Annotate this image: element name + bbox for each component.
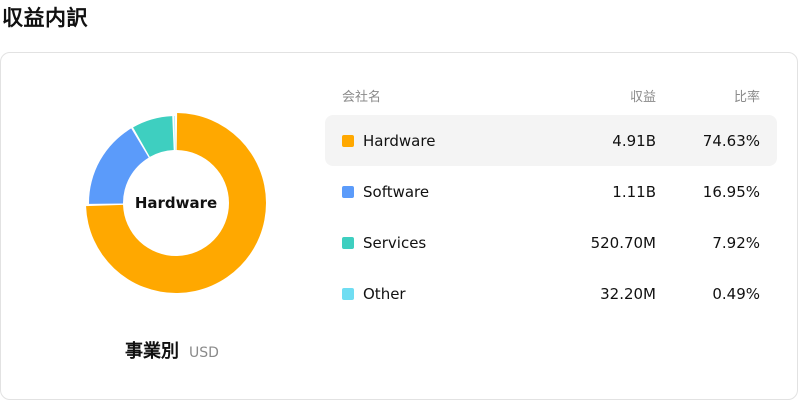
header-revenue: 収益	[629, 89, 656, 105]
chart-caption: 事業別 USD	[125, 337, 219, 363]
donut-chart-area: Hardware 事業別 USD	[1, 53, 353, 401]
legend-swatch-services	[342, 236, 354, 249]
donut-slice-other[interactable]	[174, 116, 176, 151]
row-ratio: 7.92%	[712, 233, 760, 252]
header-ratio: 比率	[733, 89, 760, 105]
legend-swatch-hardware	[342, 134, 354, 147]
caption-currency: USD	[189, 345, 219, 361]
table-row-software[interactable]: Software 1.11B 16.95%	[325, 166, 777, 217]
row-name: Software	[363, 182, 430, 201]
donut-slice-software[interactable]	[89, 128, 149, 204]
row-ratio: 74.63%	[702, 131, 760, 150]
row-revenue: 1.11B	[612, 182, 656, 201]
legend-swatch-software	[342, 185, 354, 198]
legend-swatch-other	[342, 287, 354, 300]
row-revenue: 32.20M	[600, 284, 656, 303]
donut-chart	[86, 113, 266, 293]
row-revenue: 4.91B	[612, 131, 656, 150]
row-revenue: 520.70M	[590, 233, 656, 252]
revenue-table: 会社名 収益 比率 Hardware 4.91B 74.63% Software…	[325, 75, 777, 319]
table-row-other[interactable]: Other 32.20M 0.49%	[325, 268, 777, 319]
header-company: 会社名	[342, 89, 382, 105]
row-name: Hardware	[363, 131, 436, 150]
row-ratio: 0.49%	[712, 284, 760, 303]
page-title: 収益内訳	[2, 6, 88, 30]
table-header: 会社名 収益 比率	[325, 75, 777, 115]
caption-segment-label: 事業別	[125, 341, 179, 362]
revenue-card: Hardware 事業別 USD 会社名 収益 比率 Hardware 4.91…	[0, 52, 798, 400]
row-name: Services	[363, 233, 427, 252]
row-ratio: 16.95%	[702, 182, 760, 201]
table-row-services[interactable]: Services 520.70M 7.92%	[325, 217, 777, 268]
row-name: Other	[363, 284, 406, 303]
table-row-hardware[interactable]: Hardware 4.91B 74.63%	[325, 115, 777, 166]
